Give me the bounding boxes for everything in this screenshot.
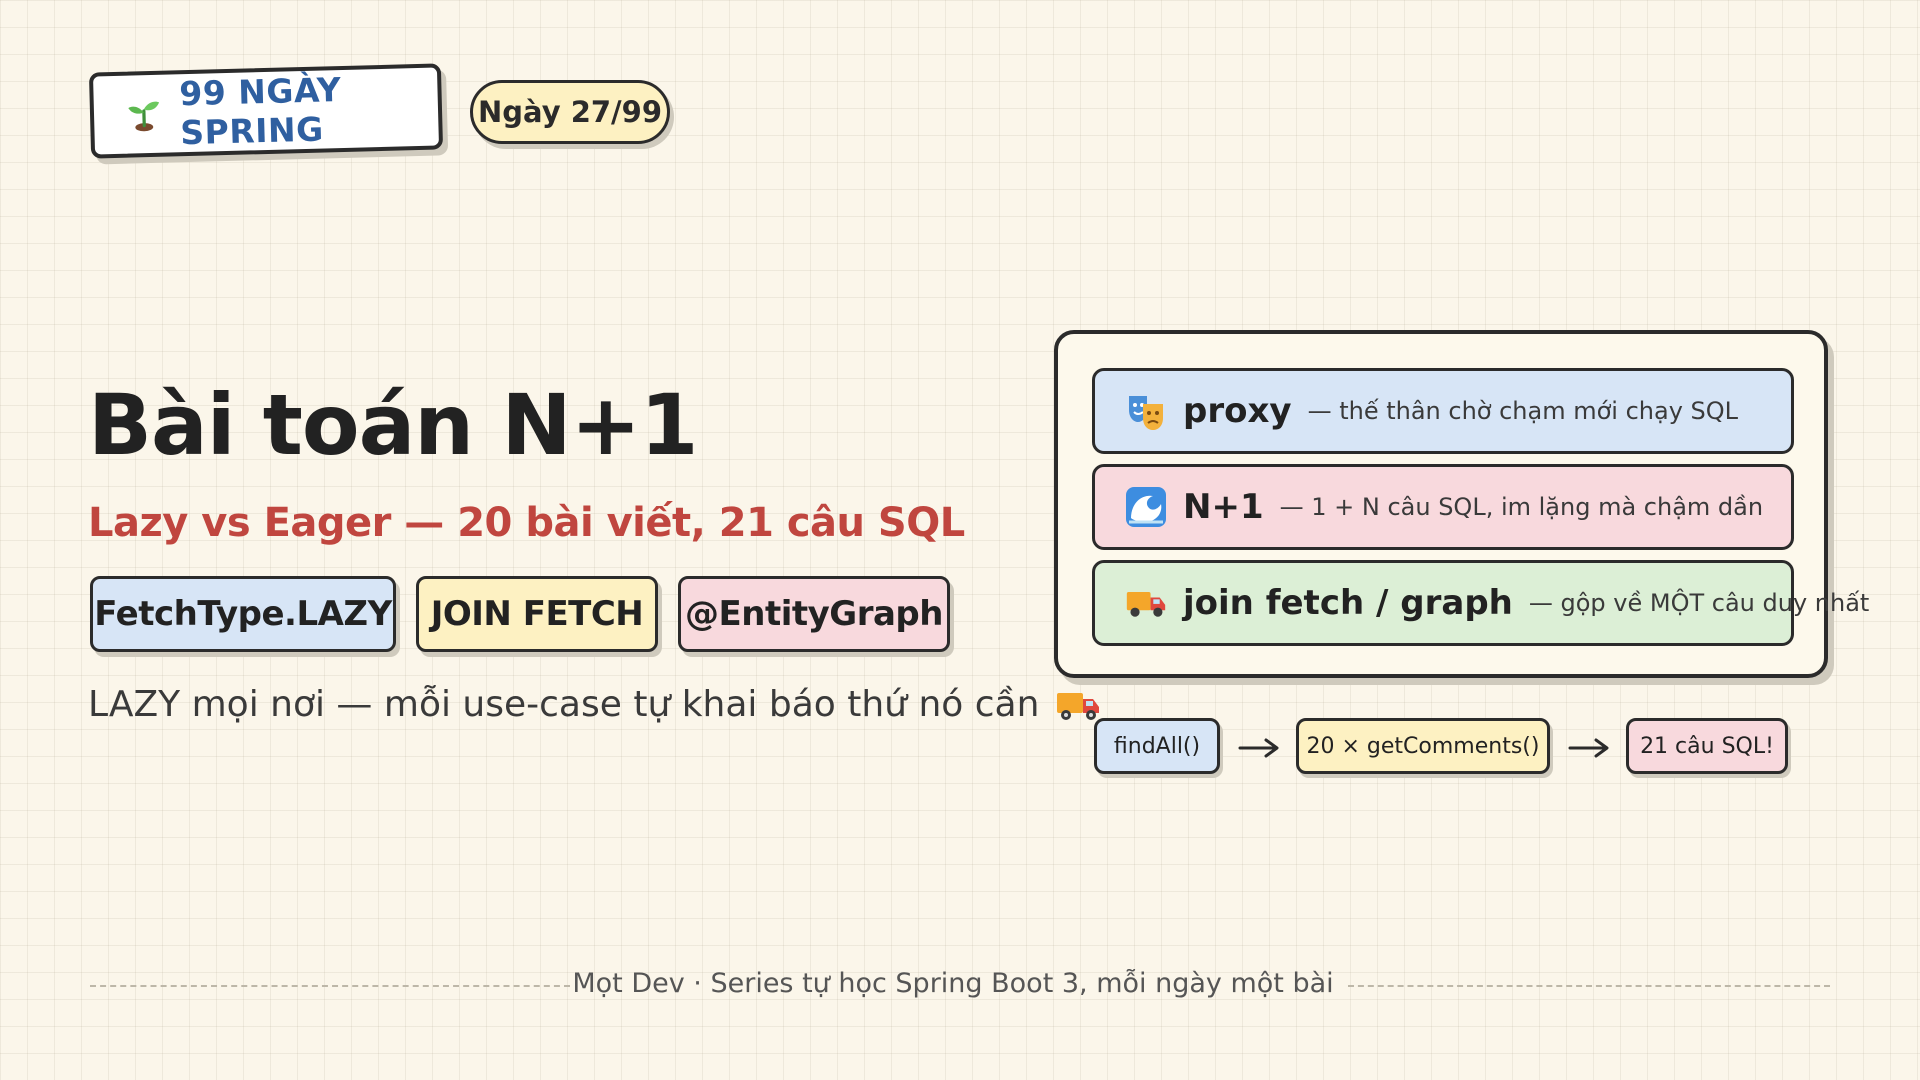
footer: Mọt Dev · Series tự học Spring Boot 3, m…	[572, 966, 1333, 1000]
series-badge: 99 NGÀY SPRING	[88, 63, 444, 159]
arrow-right-icon	[1238, 738, 1279, 758]
delivery-truck-icon	[1126, 592, 1166, 617]
chip-join-fetch: JOIN FETCH	[416, 576, 658, 652]
footer-divider-right	[1348, 985, 1830, 987]
page-subtitle: Lazy vs Eager — 20 bài viết, 21 câu SQL	[88, 500, 965, 546]
panel-row-n-plus-1: N+1 — 1 + N câu SQL, im lặng mà chậm dần	[1092, 464, 1794, 550]
tagline: LAZY mọi nơi — mỗi use-case tự khai báo …	[88, 684, 1101, 725]
delivery-truck-icon	[1057, 692, 1100, 720]
n-plus-1-description: — 1 + N câu SQL, im lặng mà chậm dần	[1279, 493, 1764, 521]
join-fetch-description: — gộp về MỘT câu duy nhất	[1528, 589, 1870, 617]
seedling-icon	[128, 101, 160, 132]
series-label: 99 NGÀY SPRING	[178, 70, 342, 153]
footer-text: Mọt Dev · Series tự học Spring Boot 3, m…	[572, 967, 1334, 999]
day-badge: Ngày 27/99	[470, 80, 670, 144]
concept-panel: proxy — thế thân chờ chạm mới chạy SQL N…	[1054, 330, 1869, 678]
flow-step-findall: findAll()	[1094, 718, 1220, 774]
chip-fetchtype-lazy: FetchType.LAZY	[90, 576, 396, 652]
tagline-text: LAZY mọi nơi — mỗi use-case tự khai báo …	[88, 684, 1040, 725]
wave-icon	[1126, 487, 1166, 527]
n-plus-1-keyword: N+1	[1183, 487, 1264, 527]
arrow-right-icon	[1568, 738, 1609, 758]
flow-step-sql-count: 21 câu SQL!	[1626, 718, 1788, 774]
page-title: Bài toán N+1	[88, 376, 698, 474]
proxy-description: — thế thân chờ chạm mới chạy SQL	[1307, 397, 1739, 425]
join-fetch-keyword: join fetch / graph	[1183, 583, 1513, 623]
panel-row-join-fetch: join fetch / graph — gộp về MỘT câu duy …	[1092, 560, 1869, 646]
panel-row-proxy: proxy — thế thân chờ chạm mới chạy SQL	[1092, 368, 1794, 454]
chip-entitygraph: @EntityGraph	[678, 576, 950, 652]
theater-masks-icon	[1129, 396, 1163, 430]
proxy-keyword: proxy	[1183, 391, 1292, 431]
footer-divider-left	[90, 985, 570, 987]
flow-step-get-comments: 20 × getComments()	[1296, 718, 1550, 774]
